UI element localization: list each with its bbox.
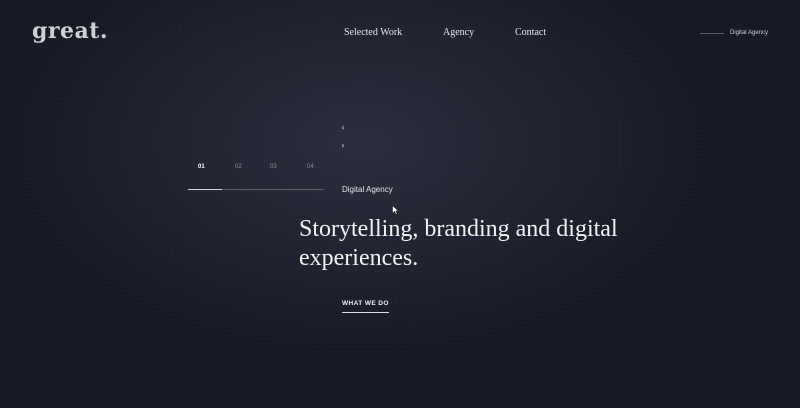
- nav-item-selected-work[interactable]: Selected Work: [344, 27, 402, 38]
- hero-headline: Storytelling, branding and digital exper…: [299, 216, 618, 271]
- main-nav: Selected Work Agency Contact: [0, 27, 800, 41]
- mouse-pointer-icon: [392, 205, 400, 215]
- nav-item-agency[interactable]: Agency: [443, 27, 474, 38]
- slide-progress-fill: [188, 189, 222, 190]
- slide-subtitle: Digital Agency: [342, 185, 393, 194]
- header-tagline: Digital Agency: [699, 30, 768, 36]
- slide-number-3[interactable]: 03: [270, 164, 277, 170]
- slide-progress-line: [188, 189, 324, 190]
- slider-prev-arrow-icon[interactable]: ‹: [339, 124, 347, 132]
- what-we-do-button[interactable]: WHAT WE DO: [342, 300, 389, 313]
- slide-number-2[interactable]: 02: [235, 164, 242, 170]
- slider-next-arrow-icon[interactable]: ›: [339, 142, 347, 150]
- header-tagline-text: Digital Agency: [729, 30, 768, 36]
- slide-number-1[interactable]: 01: [198, 164, 205, 170]
- tagline-divider: [699, 32, 724, 34]
- nav-item-contact[interactable]: Contact: [515, 27, 546, 38]
- slide-number-4[interactable]: 04: [307, 164, 314, 170]
